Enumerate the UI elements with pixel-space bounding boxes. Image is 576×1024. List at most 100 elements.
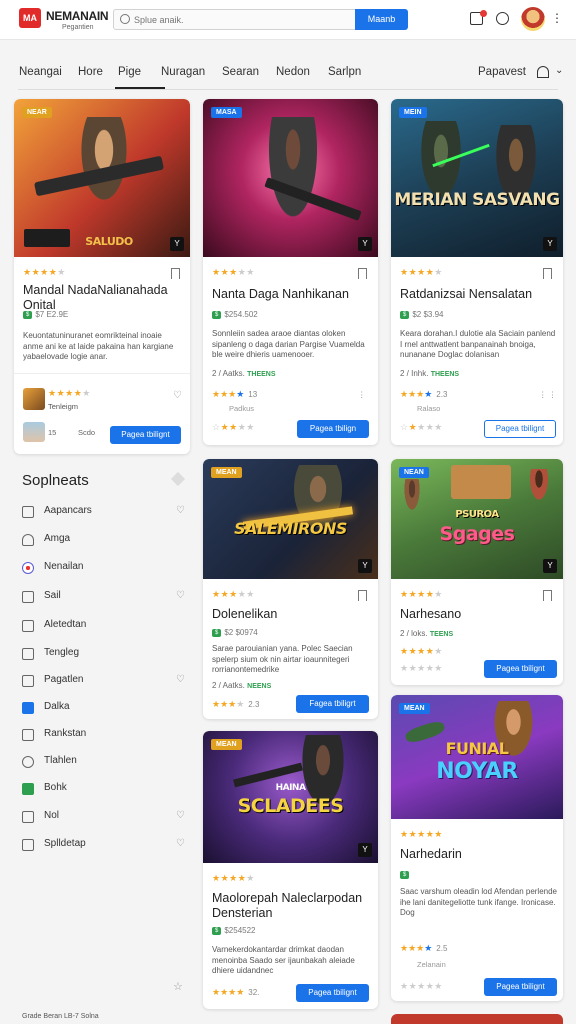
thumbnail-text: Sgages [439,523,515,545]
next-game-card-peek[interactable] [391,1014,563,1024]
sidebar-item-rankstan[interactable]: Rankstan [22,727,187,743]
sidebar-item-amga[interactable]: Amga [22,532,187,548]
building-artwork [451,465,511,499]
card-title[interactable]: Mandal NadaNalianahada Onital [23,283,183,313]
search-input[interactable] [134,12,344,27]
game-card[interactable]: MEIN MERIAN SASVANG Y ★★★★★ Ratdanizsai … [391,99,563,445]
soldier-artwork [486,125,546,225]
game-card[interactable]: MEAN SALEMIRONS Y ★★★★★ Dolenelikan $ $2 … [203,459,378,719]
game-badge: MEAN [399,703,430,714]
more-icon[interactable]: ⋮ ⋮ [539,390,556,399]
bookmark-icon[interactable] [543,590,552,601]
home-icon[interactable] [537,66,549,78]
buy-button[interactable]: Pagea tbilignt [110,426,181,444]
nav-item-nedon[interactable]: Nedon [276,66,310,78]
price-label: $ $254.502 [212,310,258,319]
price-tag: $ [212,926,222,935]
card-title[interactable]: Narhesano [400,607,560,622]
bookmark-icon[interactable] [358,590,367,601]
user-rating: ★★★★ 13 [212,389,258,399]
sidebar-item-aapancars[interactable]: Aapancars ♡ [22,504,187,520]
star-rating: ★★★★★ [400,829,443,839]
bookmark-icon[interactable] [358,268,367,279]
nav-item-neangai[interactable]: Neangai [19,66,62,78]
buy-button[interactable]: Fagea tbiligrt [296,695,369,713]
more-icon[interactable]: ⋮ [551,11,563,25]
nav-item-searan[interactable]: Searan [222,66,259,78]
card-title[interactable]: Dolenelikan [212,607,372,622]
game-thumbnail[interactable]: NEAR SALUDO Y [14,99,190,257]
buy-button[interactable]: Pagea tbilignt [484,420,556,438]
card-meta: 2 / Aatks. NEENS [212,681,272,690]
game-badge: MEAN [211,467,242,478]
sidebar-item-sail[interactable]: Sail ♡ [22,589,187,605]
avatar[interactable] [521,7,545,31]
heart-icon[interactable]: ♡ [176,590,185,601]
buy-button[interactable]: Pagea tbilign [297,420,369,438]
featured-game-card[interactable]: NEAR SALUDO Y ★★★★★ Mandal NadaNalianaha… [14,99,190,454]
logo[interactable]: MA [19,8,41,28]
price-label: $ [400,870,412,879]
game-thumbnail[interactable]: NEAN PSUROA Sgages Y [391,459,563,579]
game-thumbnail[interactable]: MEAN FUNIAL NOYAR [391,695,563,819]
buy-button[interactable]: Pagea tbilignt [484,660,557,678]
card-title[interactable]: Ratdanizsai Nensalatan [400,287,560,302]
search-icon [120,14,130,24]
age-rating-icon: Y [358,843,372,857]
heart-icon[interactable]: ♡ [176,838,185,849]
heart-icon[interactable]: ♡ [176,505,185,516]
more-icon[interactable]: ⋮ [358,390,366,399]
bookmark-icon[interactable] [543,268,552,279]
game-thumbnail[interactable]: MEAN HAINA SCLADEES Y [203,731,378,863]
mail-icon [22,620,34,632]
game-thumbnail[interactable]: MEIN MERIAN SASVANG Y [391,99,563,257]
age-rating-icon: Y [358,559,372,573]
game-card[interactable]: MASA Y ★★★★★ Nanta Daga Nanhikanan $ $254… [203,99,378,445]
checkbox-icon [22,839,34,851]
checkbox-icon [22,675,34,687]
game-thumbnail[interactable]: MEAN SALEMIRONS Y [203,459,378,579]
search-button[interactable]: Maanb [355,9,408,30]
chevron-down-icon[interactable]: ⌄ [555,65,563,76]
bookmark-icon[interactable] [171,268,180,279]
buy-button[interactable]: Pagea tbilignt [296,984,369,1002]
game-card[interactable]: NEAN PSUROA Sgages Y ★★★★★ Narhesano 2 /… [391,459,563,685]
sidebar-item-tengleg[interactable]: Tengleg [22,646,187,662]
heart-icon[interactable]: ♡ [176,810,185,821]
nav-item-sarlpn[interactable]: Sarlpn [328,66,361,78]
nav-item-papavest[interactable]: Papavest [478,66,526,78]
sidebar-item-aletedtan[interactable]: Aletedtan [22,618,187,634]
review-stars: ★★★★★ [400,663,443,673]
card-title[interactable]: Nanta Daga Nanhikanan [212,287,372,302]
sidebar-item-bohk[interactable]: Bohk [22,781,187,797]
heart-icon[interactable]: ♡ [173,390,183,401]
nav-item-pige[interactable]: Pige [115,66,165,89]
seller-rating: ★★★★★ [48,388,91,398]
nav-item-nuragan[interactable]: Nuragan [161,66,205,78]
game-thumbnail[interactable]: MASA Y [203,99,378,257]
sidebar-item-pagatlen[interactable]: Pagatlen ♡ [22,673,187,689]
brand-name: NEMANAIN [46,9,109,23]
heart-icon[interactable]: ♡ [176,674,185,685]
price-label: $ $7 E2.9E [23,310,68,319]
sidebar-item-nol[interactable]: Nol ♡ [22,809,187,825]
card-title[interactable]: Narhedarin [400,847,560,862]
card-description: Varnekerdokantardar drimkat daodan menoi… [212,945,355,975]
sidebar-item-nenailan[interactable]: Nenailan [22,560,187,576]
card-title[interactable]: Maolorepah Naleclarpodan Densterian [212,891,372,921]
buy-button[interactable]: Pagea tbilignt [484,978,557,996]
sidebar-item-tlahlen[interactable]: Tlahlen [22,754,187,770]
star-icon[interactable]: ☆ [173,980,183,993]
sidebar-item-splldetap[interactable]: Splldetap ♡ [22,837,187,853]
game-card[interactable]: MEAN FUNIAL NOYAR ★★★★★ Narhedarin $ Saa… [391,695,563,1001]
seller-avatar[interactable] [23,388,45,410]
nav-item-hore[interactable]: Hore [78,66,103,78]
thumbnail-text: SALEMIRONS [234,519,347,538]
game-card[interactable]: MEAN HAINA SCLADEES Y ★★★★★ Maolorepah N… [203,731,378,1009]
price-tag: $ [23,310,33,319]
sidebar-item-dalka[interactable]: Dalka [22,700,187,716]
thumbnail-text: NOYAR [436,759,518,784]
checkbox-icon [22,591,34,603]
user-rating: ★★★★★ [400,646,443,656]
clock-icon[interactable] [496,12,509,25]
